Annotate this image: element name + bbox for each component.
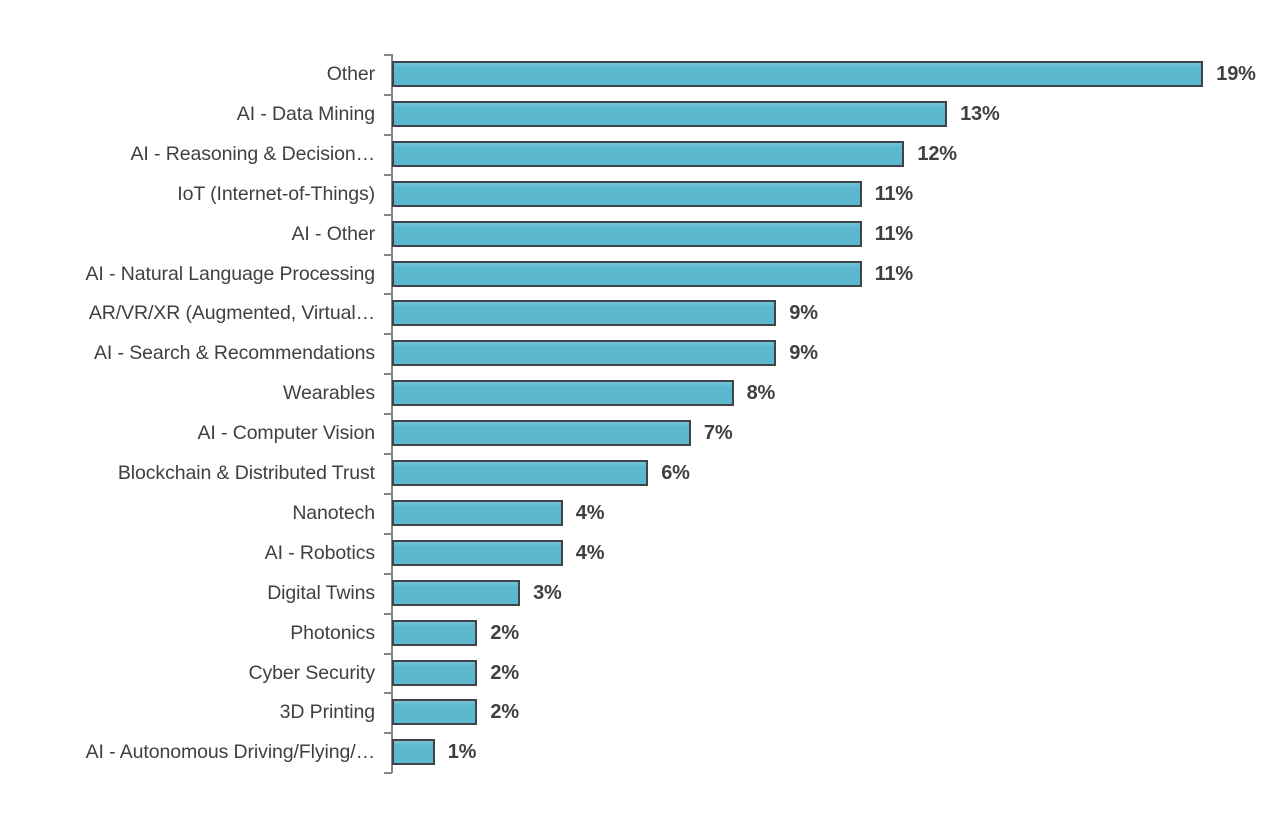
bar-container xyxy=(392,380,734,407)
bar-value-label: 12% xyxy=(917,142,957,165)
bar[interactable] xyxy=(392,579,521,606)
bar-row[interactable]: AR/VR/XR (Augmented, Virtual… 9% xyxy=(0,293,1278,333)
category-label: Wearables xyxy=(283,382,375,405)
bar-row[interactable]: AI - Computer Vision 7% xyxy=(0,413,1278,453)
bar-value-label: 2% xyxy=(490,621,519,644)
category-label: AI - Computer Vision xyxy=(197,422,375,445)
category-label: AI - Autonomous Driving/Flying/… xyxy=(85,741,376,764)
bar-container xyxy=(392,659,478,686)
bar[interactable] xyxy=(392,619,478,646)
category-label: AI - Reasoning & Decision… xyxy=(130,142,375,165)
bar[interactable] xyxy=(392,220,862,247)
bar-row[interactable]: Blockchain & Distributed Trust 6% xyxy=(0,453,1278,493)
bar-row[interactable]: Cyber Security 2% xyxy=(0,653,1278,693)
bar-row[interactable]: AI - Other 11% xyxy=(0,214,1278,254)
category-label: Cyber Security xyxy=(248,661,376,684)
category-label: AI - Other xyxy=(291,222,375,245)
bar[interactable] xyxy=(392,300,777,327)
bar-container xyxy=(392,499,563,526)
category-label: Blockchain & Distributed Trust xyxy=(117,462,375,484)
bar-container xyxy=(392,61,1204,87)
category-label: AR/VR/XR (Augmented, Virtual… xyxy=(88,302,375,325)
bar-row[interactable]: 3D Printing 2% xyxy=(0,692,1278,732)
category-label: AI - Robotics xyxy=(264,541,375,564)
bar-row[interactable]: AI - Search & Recommendations 9% xyxy=(0,333,1278,373)
bar-row[interactable]: IoT (Internet-of-Things) 11% xyxy=(0,174,1278,214)
bar-container xyxy=(392,220,862,247)
category-label: AI - Search & Recommendations xyxy=(93,342,375,365)
bar[interactable] xyxy=(392,340,777,367)
bar-container xyxy=(392,420,691,447)
bar-value-label: 2% xyxy=(490,701,519,724)
bar-container xyxy=(392,300,777,327)
bar-row[interactable]: AI - Robotics 4% xyxy=(0,533,1278,573)
bar-container xyxy=(392,739,435,766)
bar[interactable] xyxy=(392,460,649,486)
bar[interactable] xyxy=(392,420,691,447)
bar-value-label: 19% xyxy=(1216,63,1256,85)
bar-value-label: 9% xyxy=(789,342,818,365)
bar-value-label: 4% xyxy=(575,541,605,564)
category-label: Photonics xyxy=(290,621,375,644)
bar-value-label: 6% xyxy=(661,462,690,484)
bar[interactable] xyxy=(392,699,478,726)
bar-container xyxy=(392,100,948,127)
bar-value-label: 9% xyxy=(789,302,818,325)
bar[interactable] xyxy=(392,659,478,686)
bar[interactable] xyxy=(392,100,948,127)
bar-value-label: 3% xyxy=(533,581,562,604)
bar-row[interactable]: AI - Data Mining 13% xyxy=(0,94,1278,134)
bar[interactable] xyxy=(392,499,563,526)
bar-value-label: 1% xyxy=(447,741,477,764)
bar[interactable] xyxy=(392,260,862,287)
bar-container xyxy=(392,180,862,207)
bar-chart: Other 19% AI - Data Mining 13% AI - Reasonin… xyxy=(0,0,1278,814)
bar-row[interactable]: AI - Reasoning & Decision… 12% xyxy=(0,134,1278,174)
bar-container xyxy=(392,699,478,726)
bar[interactable] xyxy=(392,180,862,207)
bar-value-label: 7% xyxy=(703,422,733,445)
axis-tick xyxy=(384,772,392,775)
plot-area: Other 19% AI - Data Mining 13% AI - Reasonin… xyxy=(0,0,1278,814)
bar-value-label: 2% xyxy=(490,661,519,684)
bar-value-label: 11% xyxy=(874,262,914,285)
bar[interactable] xyxy=(392,380,734,407)
bar-value-label: 8% xyxy=(746,382,776,405)
bar-value-label: 13% xyxy=(960,102,1000,125)
bar[interactable] xyxy=(392,739,435,766)
bar-container xyxy=(392,260,862,287)
bar-row[interactable]: AI - Autonomous Driving/Flying/… 1% xyxy=(0,732,1278,772)
bar[interactable] xyxy=(392,61,1204,87)
bar-row[interactable]: Nanotech 4% xyxy=(0,493,1278,533)
bar-row[interactable]: Wearables 8% xyxy=(0,373,1278,413)
bar-container xyxy=(392,619,478,646)
bar-row[interactable]: Photonics 2% xyxy=(0,613,1278,653)
bar-container xyxy=(392,140,905,167)
category-label: IoT (Internet-of-Things) xyxy=(177,182,375,205)
category-label: Nanotech xyxy=(292,501,375,524)
bar-container xyxy=(392,539,563,566)
category-label: Other xyxy=(326,63,375,85)
bar-value-label: 11% xyxy=(874,182,914,205)
bar[interactable] xyxy=(392,140,905,167)
bar-container xyxy=(392,340,777,367)
bar-value-label: 4% xyxy=(575,501,605,524)
category-label: AI - Data Mining xyxy=(236,102,375,125)
bar[interactable] xyxy=(392,539,563,566)
bar-row[interactable]: Other 19% xyxy=(0,54,1278,94)
bar-row[interactable]: Digital Twins 3% xyxy=(0,573,1278,613)
category-label: AI - Natural Language Processing xyxy=(85,262,376,285)
bar-container xyxy=(392,460,649,486)
category-label: Digital Twins xyxy=(267,581,375,604)
bar-container xyxy=(392,579,521,606)
bar-value-label: 11% xyxy=(874,222,914,245)
bar-row[interactable]: AI - Natural Language Processing 11% xyxy=(0,254,1278,294)
category-label: 3D Printing xyxy=(279,701,375,724)
